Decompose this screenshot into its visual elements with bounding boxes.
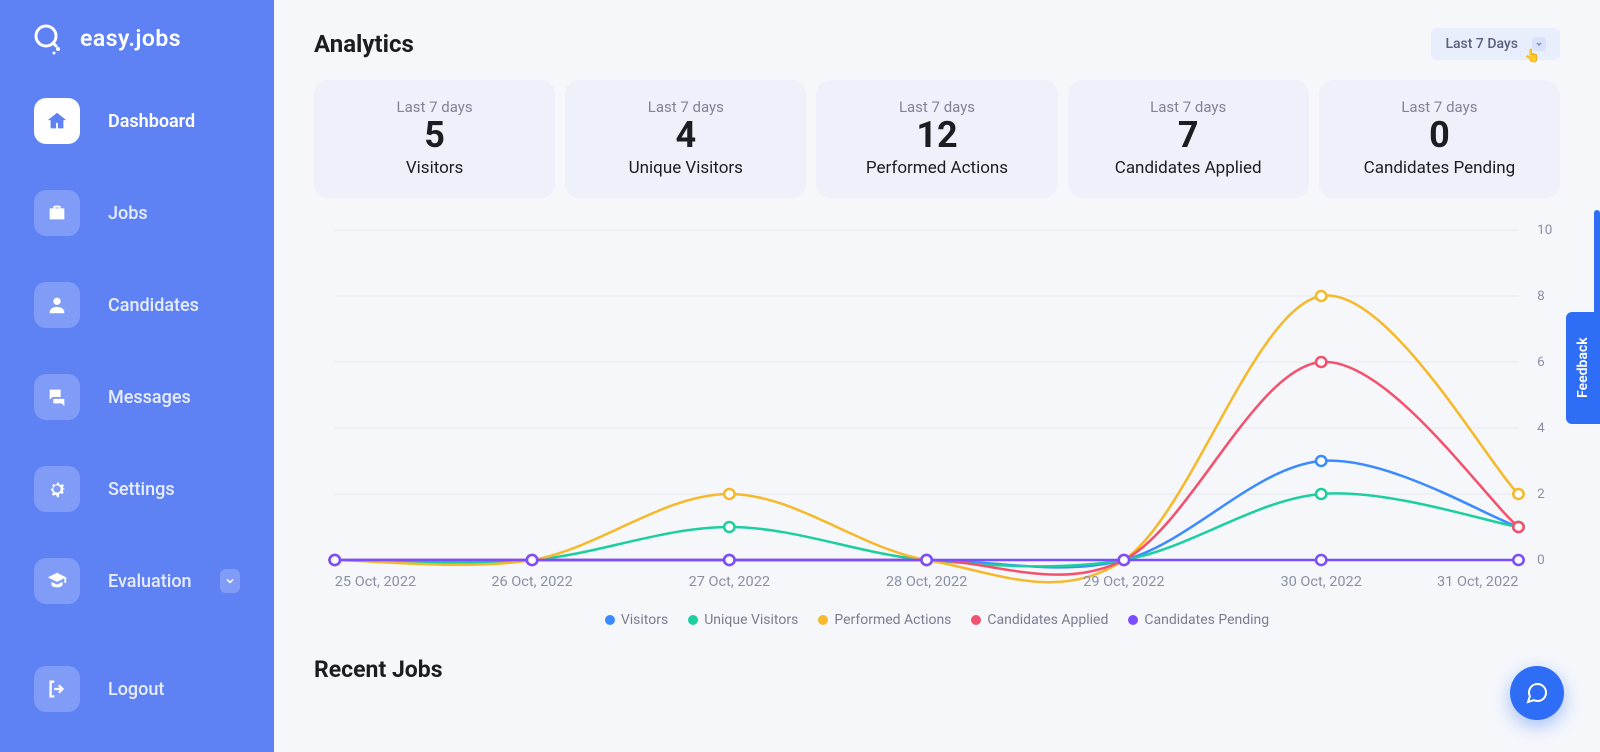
feedback-label: Feedback <box>1575 338 1591 399</box>
legend-label: Candidates Applied <box>987 612 1108 628</box>
svg-text:28 Oct, 2022: 28 Oct, 2022 <box>886 574 967 590</box>
sidebar-item-label: Jobs <box>108 203 148 224</box>
metric-unique-visitors: Last 7 days 4 Unique Visitors <box>565 80 806 198</box>
metric-visitors: Last 7 days 5 Visitors <box>314 80 555 198</box>
user-icon <box>34 282 80 328</box>
legend-label: Visitors <box>621 612 668 628</box>
recent-jobs-title: Recent Jobs <box>314 656 1560 683</box>
graduation-cap-icon <box>34 558 80 604</box>
metric-candidates-applied: Last 7 days 7 Candidates Applied <box>1068 80 1309 198</box>
svg-text:0: 0 <box>1537 553 1545 568</box>
metrics-row: Last 7 days 5 Visitors Last 7 days 4 Uni… <box>314 80 1560 198</box>
sidebar-item-label: Settings <box>108 479 175 500</box>
sidebar: easy.jobs Dashboard Jobs Candidates Mess… <box>0 0 274 752</box>
briefcase-icon <box>34 190 80 236</box>
sidebar-item-settings[interactable]: Settings <box>20 454 254 524</box>
sidebar-item-label: Dashboard <box>108 111 195 132</box>
legend-item[interactable]: Candidates Applied <box>971 612 1108 628</box>
legend-item[interactable]: Performed Actions <box>818 612 951 628</box>
sidebar-item-label: Candidates <box>108 295 199 316</box>
chart-legend: Visitors Unique Visitors Performed Actions… <box>314 612 1560 628</box>
metric-performed-actions: Last 7 days 12 Performed Actions <box>816 80 1057 198</box>
chevron-down-icon: 👆 <box>1532 37 1546 51</box>
legend-item[interactable]: Candidates Pending <box>1128 612 1269 628</box>
svg-text:27 Oct, 2022: 27 Oct, 2022 <box>689 574 770 590</box>
legend-item[interactable]: Visitors <box>605 612 668 628</box>
svg-text:25 Oct, 2022: 25 Oct, 2022 <box>335 574 416 590</box>
analytics-title: Analytics <box>314 30 414 58</box>
metric-label: Candidates Pending <box>1327 158 1552 178</box>
brand-text: easy.jobs <box>80 25 181 52</box>
svg-text:29 Oct, 2022: 29 Oct, 2022 <box>1083 574 1164 590</box>
brand-logo-icon <box>28 18 68 58</box>
chat-fab[interactable] <box>1510 666 1564 720</box>
legend-dot <box>605 615 615 625</box>
scrollbar-thumb[interactable] <box>1594 210 1600 330</box>
legend-label: Unique Visitors <box>704 612 798 628</box>
metric-value: 5 <box>322 116 547 156</box>
logout-button[interactable]: Logout <box>20 666 178 712</box>
sidebar-item-candidates[interactable]: Candidates <box>20 270 254 340</box>
logout-label: Logout <box>108 679 164 700</box>
metric-value: 0 <box>1327 116 1552 156</box>
metric-candidates-pending: Last 7 days 0 Candidates Pending <box>1319 80 1560 198</box>
logout-icon <box>34 666 80 712</box>
legend-dot <box>971 615 981 625</box>
legend-label: Performed Actions <box>834 612 951 628</box>
svg-text:31 Oct, 2022: 31 Oct, 2022 <box>1437 574 1518 590</box>
metric-value: 4 <box>573 116 798 156</box>
legend-dot <box>688 615 698 625</box>
date-range-label: Last 7 Days <box>1445 36 1518 52</box>
home-icon <box>34 98 80 144</box>
sidebar-item-label: Messages <box>108 387 191 408</box>
analytics-card: Analytics Last 7 Days 👆 Last 7 days 5 Vi… <box>314 28 1560 628</box>
legend-dot <box>818 615 828 625</box>
metric-label: Performed Actions <box>824 158 1049 178</box>
legend-item[interactable]: Unique Visitors <box>688 612 798 628</box>
date-range-select[interactable]: Last 7 Days 👆 <box>1431 28 1560 60</box>
sidebar-item-evaluation[interactable]: Evaluation <box>20 546 254 616</box>
svg-text:6: 6 <box>1537 355 1545 370</box>
legend-dot <box>1128 615 1138 625</box>
metric-value: 7 <box>1076 116 1301 156</box>
svg-text:30 Oct, 2022: 30 Oct, 2022 <box>1280 574 1361 590</box>
sidebar-item-messages[interactable]: Messages <box>20 362 254 432</box>
sidebar-item-dashboard[interactable]: Dashboard <box>20 86 254 156</box>
svg-text:8: 8 <box>1537 289 1545 304</box>
metric-label: Candidates Applied <box>1076 158 1301 178</box>
analytics-chart: 0 2 4 6 8 10 25 Oct, 2022 26 Oct, 2022 27 Oct, 2… <box>314 210 1560 610</box>
sidebar-item-jobs[interactable]: Jobs <box>20 178 254 248</box>
svg-text:26 Oct, 2022: 26 Oct, 2022 <box>491 574 572 590</box>
cursor-icon: 👆 <box>1524 49 1540 64</box>
metric-value: 12 <box>824 116 1049 156</box>
brand: easy.jobs <box>20 18 254 58</box>
legend-label: Candidates Pending <box>1144 612 1269 628</box>
metric-label: Visitors <box>322 158 547 178</box>
chevron-down-icon <box>220 569 240 593</box>
main-content: Analytics Last 7 Days 👆 Last 7 days 5 Vi… <box>274 0 1600 752</box>
svg-text:2: 2 <box>1537 487 1545 502</box>
messages-icon <box>34 374 80 420</box>
gear-icon <box>34 466 80 512</box>
svg-text:10: 10 <box>1537 223 1552 238</box>
metric-label: Unique Visitors <box>573 158 798 178</box>
svg-text:4: 4 <box>1537 421 1545 436</box>
sidebar-item-label: Evaluation <box>108 571 192 592</box>
